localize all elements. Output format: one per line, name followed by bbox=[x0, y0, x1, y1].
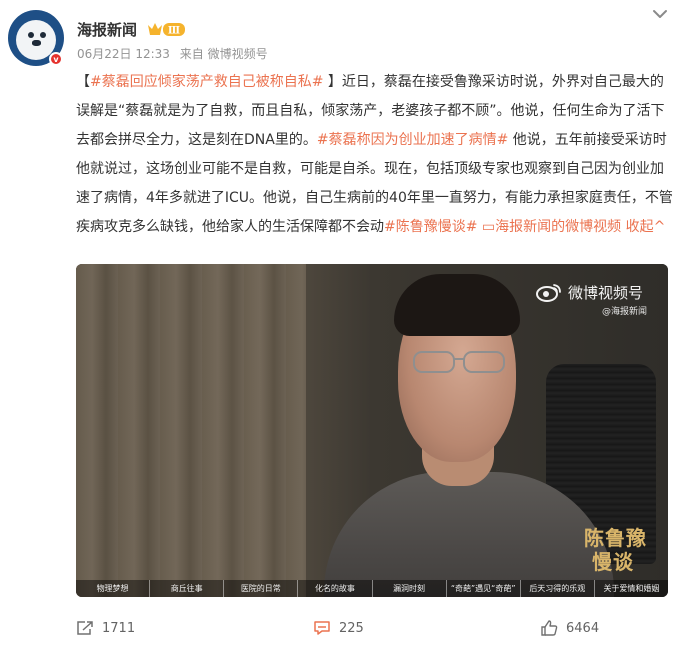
member-crown-icon[interactable]: Ⅲ bbox=[146, 20, 186, 38]
video-chapter[interactable]: 后天习得的乐观 bbox=[521, 580, 595, 597]
post-source: 来自 微博视频号 bbox=[179, 47, 268, 61]
share-icon bbox=[77, 621, 93, 635]
watermark-title: 微博视频号 bbox=[568, 284, 644, 302]
post-date[interactable]: 06月22日 12:33 bbox=[77, 47, 170, 61]
show-logo: 陈鲁豫 慢谈 bbox=[584, 526, 648, 574]
video-chapter[interactable]: 医院的日常 bbox=[224, 580, 299, 597]
bracket-open: 【 bbox=[76, 74, 90, 90]
show-logo-line2: 慢谈 bbox=[592, 550, 634, 574]
watermark-handle: @海报新闻 bbox=[602, 307, 648, 317]
post-content: 【#蔡磊回应倾家荡产救自己被称自私# 】近日，蔡磊在接受鲁豫采访时说，外界对自己… bbox=[76, 68, 676, 242]
like-button[interactable]: 6464 bbox=[540, 620, 599, 636]
weibo-logo-icon bbox=[536, 284, 561, 302]
video-curtain bbox=[76, 264, 306, 597]
like-count: 6464 bbox=[566, 620, 600, 636]
avatar-eye-right bbox=[40, 32, 46, 38]
topic-link-show[interactable]: #陈鲁豫慢谈# bbox=[384, 219, 477, 235]
post-header: v 海报新闻 Ⅲ 06月22日 12:33 来自 微博视频号 bbox=[0, 0, 688, 70]
video-chapter[interactable]: “奇葩”遇见“奇葩” bbox=[447, 580, 521, 597]
comment-count: 225 bbox=[339, 620, 364, 636]
action-bar: 1711 225 6464 bbox=[0, 615, 688, 645]
chevron-down-icon[interactable] bbox=[648, 6, 672, 22]
video-link[interactable]: ▭海报新闻的微博视频 bbox=[477, 219, 621, 235]
show-logo-line1: 陈鲁豫 bbox=[584, 526, 647, 550]
video-chapter[interactable]: 商丘往事 bbox=[150, 580, 225, 597]
collapse-link[interactable]: 收起^ bbox=[621, 219, 666, 235]
comment-icon bbox=[314, 621, 330, 635]
topic-link-illness[interactable]: #蔡磊称因为创业加速了病情# bbox=[317, 132, 508, 148]
verified-badge-icon: v bbox=[49, 52, 63, 66]
video-person-hair bbox=[394, 274, 520, 336]
video-person-glasses bbox=[413, 351, 505, 373]
video-player[interactable]: 微博视频号 @海报新闻 陈鲁豫 慢谈 物理梦想 商丘往事 医院的日常 化名的故事… bbox=[76, 264, 668, 597]
avatar-nose bbox=[32, 40, 41, 46]
post-meta: 06月22日 12:33 来自 微博视频号 bbox=[77, 45, 268, 62]
headline-topic-link[interactable]: #蔡磊回应倾家荡产救自己被称自私# bbox=[90, 74, 323, 90]
video-chapter-bar: 物理梦想 商丘往事 医院的日常 化名的故事 漏洞时刻 “奇葩”遇见“奇葩” 后天… bbox=[76, 580, 668, 597]
video-chapter[interactable]: 漏洞时刻 bbox=[373, 580, 447, 597]
share-count: 1711 bbox=[102, 620, 136, 636]
video-chapter[interactable]: 化名的故事 bbox=[298, 580, 373, 597]
author-name[interactable]: 海报新闻 bbox=[77, 19, 137, 40]
share-button[interactable]: 1711 bbox=[76, 620, 135, 636]
member-level: Ⅲ bbox=[168, 26, 180, 37]
thumbs-up-icon bbox=[541, 620, 558, 636]
video-chapter[interactable]: 关于爱情和婚姻 bbox=[595, 580, 668, 597]
comment-button[interactable]: 225 bbox=[313, 620, 364, 636]
avatar-eye-left bbox=[28, 32, 34, 38]
bracket-close: 】 bbox=[323, 74, 342, 90]
video-chapter[interactable]: 物理梦想 bbox=[76, 580, 151, 597]
